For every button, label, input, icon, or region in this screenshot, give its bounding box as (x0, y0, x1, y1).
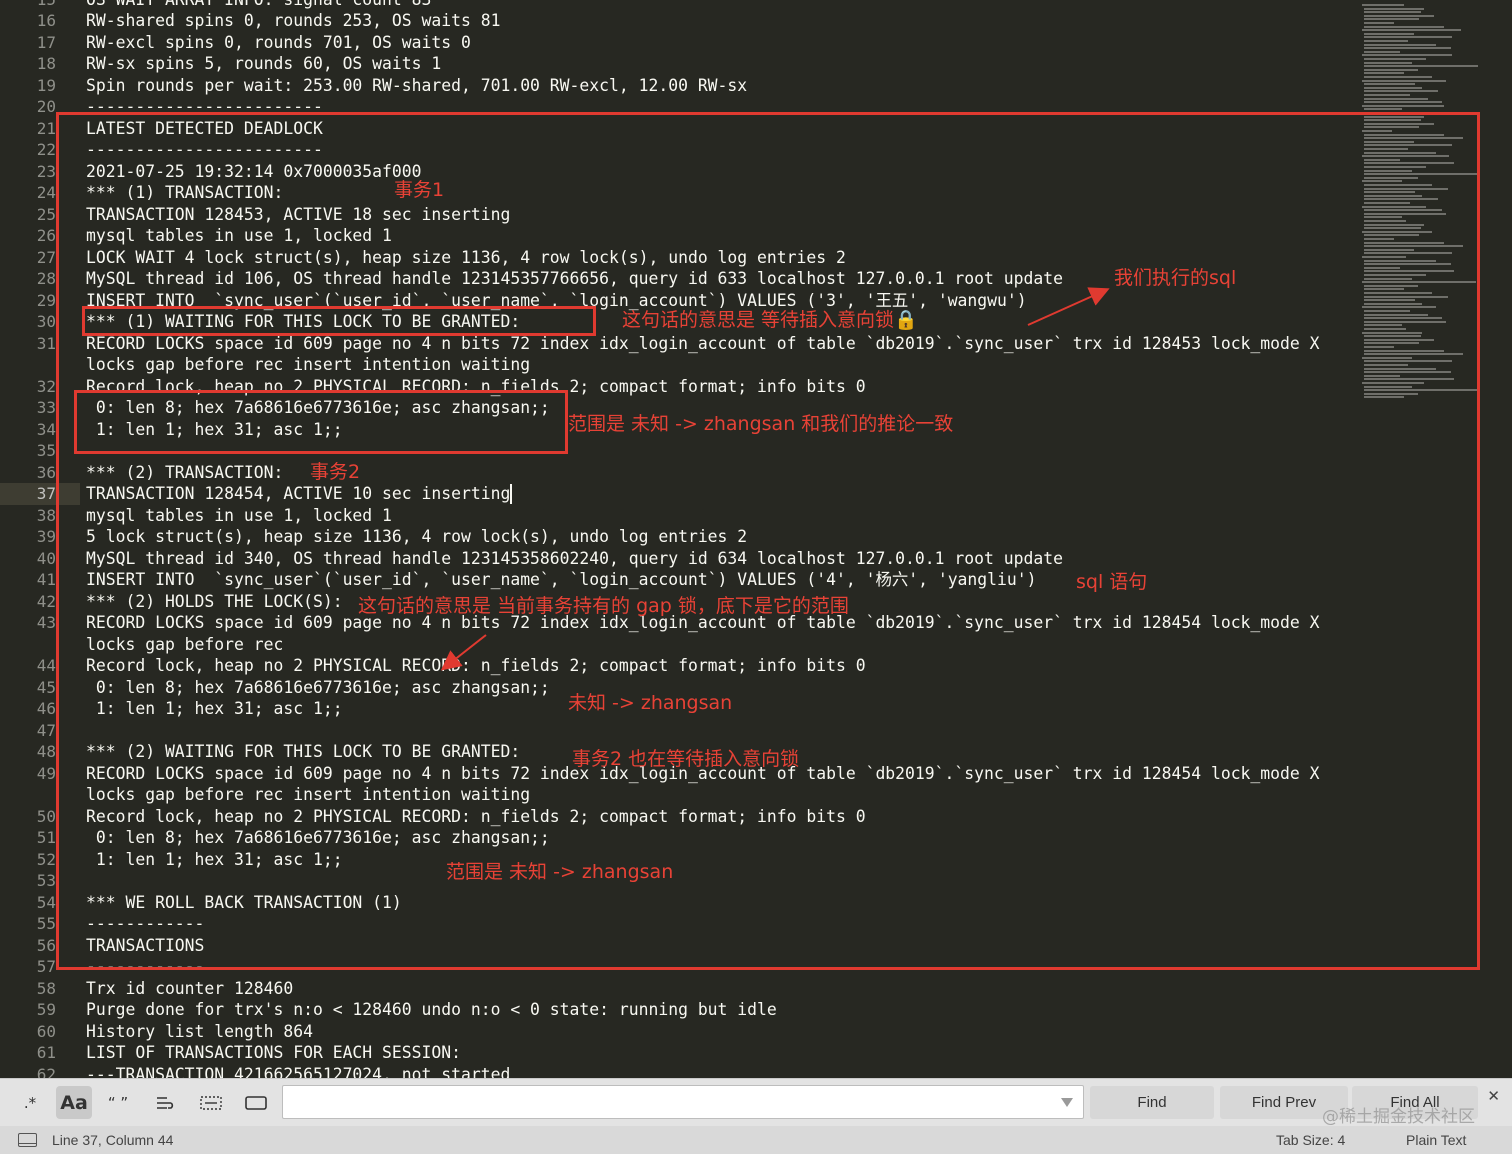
find-panel: .* Aa “ ” Find Find Prev Find All ✕ (0, 1078, 1512, 1126)
arrow-to-record-lock (440, 634, 487, 671)
find-button[interactable]: Find (1090, 1086, 1214, 1119)
highlight-matches-toggle[interactable] (238, 1086, 274, 1119)
wrap-icon (157, 1096, 174, 1109)
annotation-wait-insert-intention: 这句话的意思是 等待插入意向锁🔒 (622, 309, 918, 331)
arrow-to-our-sql (1027, 287, 1110, 326)
highlight-matches-icon (245, 1095, 267, 1110)
watermark: @稀土掘金技术社区 (1322, 1107, 1475, 1127)
whole-word-toggle[interactable]: “ ” (100, 1086, 136, 1119)
annotation-arrows (440, 287, 1110, 671)
find-input[interactable] (282, 1085, 1084, 1119)
wrap-toggle[interactable] (148, 1086, 184, 1119)
annotation-tx2-waiting: 事务2 也在等待插入意向锁 (572, 748, 800, 770)
annotation-holds-gap: 这句话的意思是 当前事务持有的 gap 锁，底下是它的范围 (358, 595, 849, 617)
annotation-range1: 范围是 未知 -> zhangsan 和我们的推论一致 (568, 413, 954, 435)
tab-size-selector[interactable]: Tab Size: 4 (1276, 1132, 1345, 1148)
history-dropdown-icon[interactable] (1061, 1098, 1073, 1107)
annotation-sql-stmt: sql 语句 (1076, 571, 1148, 593)
status-bar: Line 37, Column 44 Tab Size: 4 Plain Tex… (0, 1126, 1512, 1154)
annotation-range2: 未知 -> zhangsan (568, 692, 733, 714)
annotation-tx1: 事务1 (394, 179, 445, 201)
panel-toggle-icon[interactable] (18, 1133, 37, 1147)
regex-toggle[interactable]: .* (12, 1086, 48, 1119)
annotation-our-sql: 我们执行的sql (1114, 267, 1237, 289)
close-icon[interactable]: ✕ (1487, 1087, 1500, 1105)
cursor-position: Line 37, Column 44 (52, 1132, 174, 1148)
annotation-range3: 范围是 未知 -> zhangsan (446, 861, 674, 883)
in-selection-toggle[interactable] (193, 1086, 229, 1119)
text-editor[interactable]: 1516171819202122232425262728293031323334… (0, 0, 1512, 1078)
syntax-selector[interactable]: Plain Text (1406, 1132, 1466, 1148)
annotation-tx2: 事务2 (310, 461, 361, 483)
case-sensitive-toggle[interactable]: Aa (56, 1086, 92, 1119)
in-selection-icon (200, 1095, 222, 1110)
